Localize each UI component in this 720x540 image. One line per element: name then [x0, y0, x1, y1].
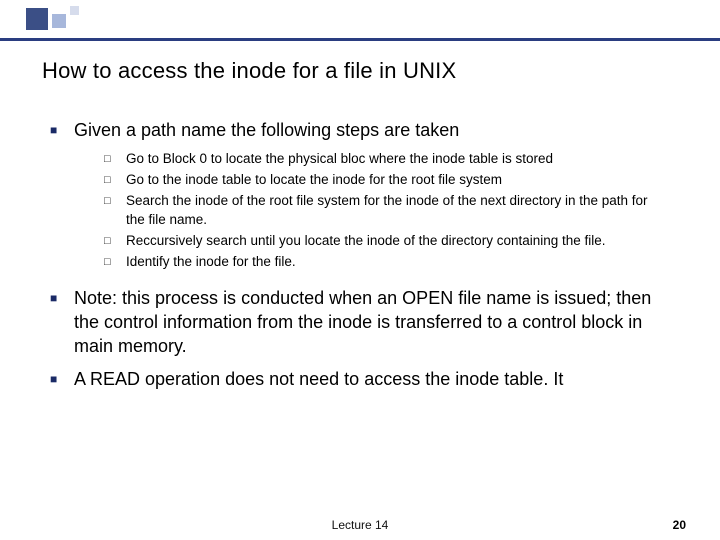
sub-bullet-item: □ Search the inode of the root file syst…	[104, 192, 666, 230]
decor-square-large	[26, 8, 48, 30]
hollow-square-bullet-icon: □	[104, 253, 126, 268]
sub-bullet-text: Reccursively search until you locate the…	[126, 232, 606, 251]
header-decoration	[0, 0, 720, 42]
hollow-square-bullet-icon: □	[104, 232, 126, 247]
bullet-text: A READ operation does not need to access…	[74, 367, 563, 391]
bullet-text: Given a path name the following steps ar…	[74, 118, 459, 142]
bullet-item: ■ Note: this process is conducted when a…	[50, 286, 666, 359]
footer-page-number: 20	[673, 518, 686, 532]
sub-bullet-item: □ Go to the inode table to locate the in…	[104, 171, 666, 190]
decor-square-small	[70, 6, 79, 15]
hollow-square-bullet-icon: □	[104, 150, 126, 165]
sub-bullet-text: Go to Block 0 to locate the physical blo…	[126, 150, 553, 169]
square-bullet-icon: ■	[50, 286, 74, 305]
slide: How to access the inode for a file in UN…	[0, 0, 720, 540]
square-bullet-icon: ■	[50, 367, 74, 386]
sub-bullet-item: □ Reccursively search until you locate t…	[104, 232, 666, 251]
decor-square-medium	[52, 14, 66, 28]
slide-content: ■ Given a path name the following steps …	[50, 118, 666, 399]
slide-title: How to access the inode for a file in UN…	[42, 58, 456, 84]
hollow-square-bullet-icon: □	[104, 192, 126, 207]
bullet-item: ■ Given a path name the following steps …	[50, 118, 666, 142]
footer-lecture-label: Lecture 14	[0, 518, 720, 532]
sub-bullet-text: Go to the inode table to locate the inod…	[126, 171, 502, 190]
sub-bullet-text: Identify the inode for the file.	[126, 253, 296, 272]
sub-bullet-list: □ Go to Block 0 to locate the physical b…	[104, 150, 666, 271]
bullet-item: ■ A READ operation does not need to acce…	[50, 367, 666, 391]
sub-bullet-item: □ Identify the inode for the file.	[104, 253, 666, 272]
square-bullet-icon: ■	[50, 118, 74, 137]
hollow-square-bullet-icon: □	[104, 171, 126, 186]
sub-bullet-text: Search the inode of the root file system…	[126, 192, 666, 230]
decor-underline	[0, 38, 720, 41]
bullet-text: Note: this process is conducted when an …	[74, 286, 666, 359]
sub-bullet-item: □ Go to Block 0 to locate the physical b…	[104, 150, 666, 169]
